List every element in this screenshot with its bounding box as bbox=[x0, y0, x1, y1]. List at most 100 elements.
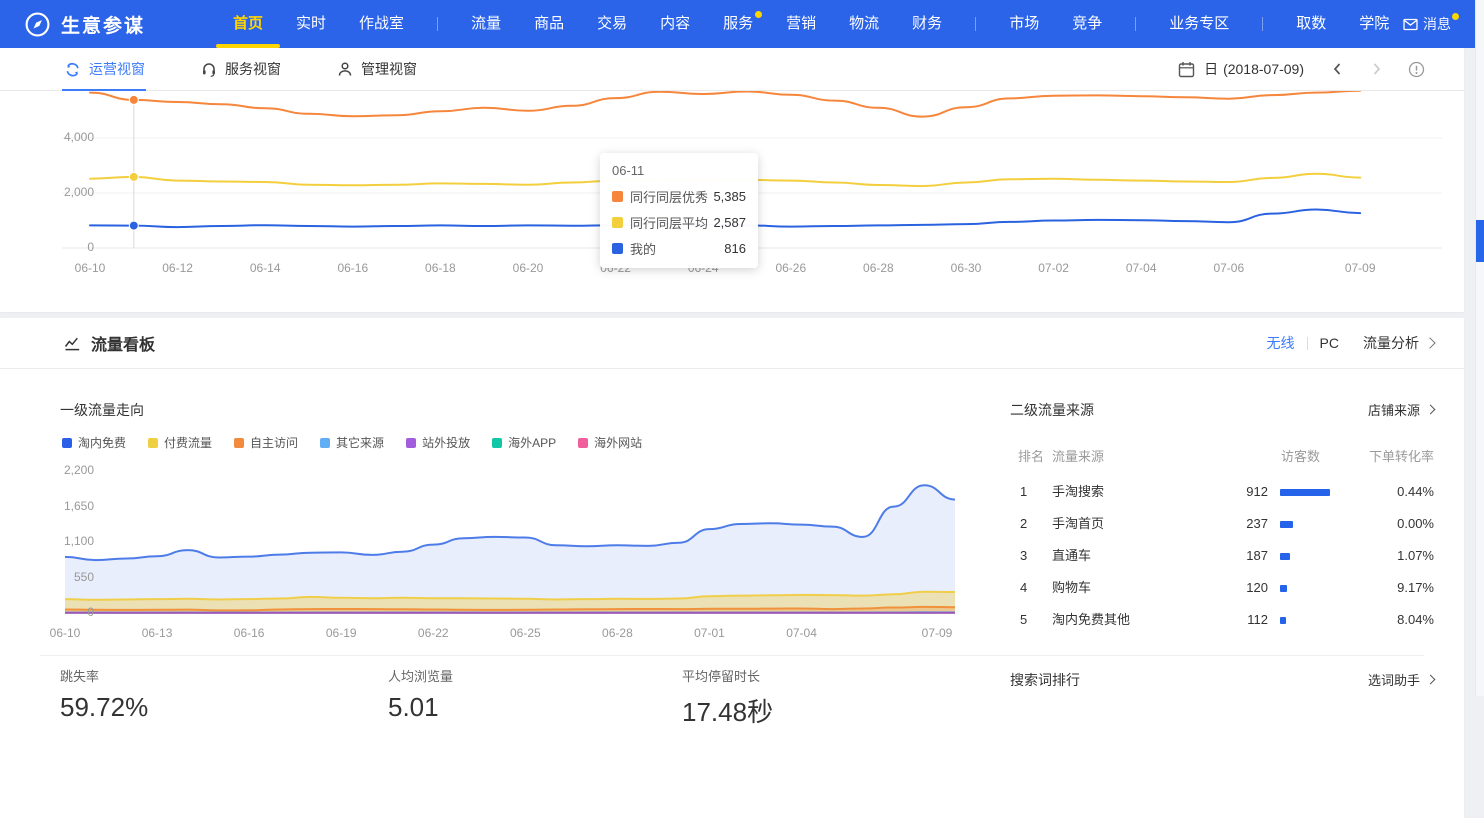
tab-operations-view[interactable]: 运营视窗 bbox=[64, 48, 145, 90]
legend-color-swatch bbox=[578, 438, 588, 448]
chart-tooltip: 06-11 同行同层优秀5,385同行同层平均2,587我的816 bbox=[600, 153, 758, 268]
metric-pages-per-visit: 人均浏览量 5.01 bbox=[388, 666, 453, 723]
chevron-right-icon bbox=[1426, 405, 1436, 415]
traffic-dashboard-card: 流量看板 无线 PC 流量分析 一级流量走向 淘内免费付费流量自主访问其它来源站… bbox=[0, 318, 1464, 818]
nav-item-marketing[interactable]: 营销 bbox=[786, 0, 816, 48]
legend-item[interactable]: 海外网站 bbox=[578, 434, 642, 451]
nav-item-realtime[interactable]: 实时 bbox=[296, 0, 326, 48]
messages-button[interactable]: 消息 bbox=[1403, 0, 1458, 48]
date-value[interactable]: (2018-07-09) bbox=[1223, 61, 1304, 77]
legend-item[interactable]: 付费流量 bbox=[148, 434, 212, 451]
column-source: 流量来源 bbox=[1052, 446, 1104, 465]
messages-label: 消息 bbox=[1423, 14, 1451, 34]
nav-item-market[interactable]: 市场 bbox=[1009, 0, 1039, 48]
nav-item-competition[interactable]: 竞争 bbox=[1072, 0, 1102, 48]
menu-divider bbox=[1262, 17, 1263, 31]
series-color-swatch bbox=[612, 217, 623, 228]
info-icon[interactable] bbox=[1408, 61, 1425, 78]
legend-item[interactable]: 自主访问 bbox=[234, 434, 298, 451]
table-row[interactable]: 3直通车1871.07% bbox=[1010, 540, 1434, 572]
next-date-button[interactable] bbox=[1370, 61, 1384, 77]
nav-item-data-extract[interactable]: 取数 bbox=[1296, 0, 1326, 48]
legend-item[interactable]: 其它来源 bbox=[320, 434, 384, 451]
legend-label: 淘内免费 bbox=[78, 434, 126, 451]
conversion-value: 1.07% bbox=[1397, 540, 1434, 572]
series-label: 我的 bbox=[630, 239, 656, 258]
series-color-swatch bbox=[612, 191, 623, 202]
nav-item-home[interactable]: 首页 bbox=[233, 0, 263, 48]
tab-management-view[interactable]: 管理视窗 bbox=[337, 48, 417, 90]
section-title: 流量看板 bbox=[91, 331, 155, 355]
legend-item[interactable]: 海外APP bbox=[492, 434, 556, 451]
series-value: 816 bbox=[724, 241, 746, 256]
metric-bounce-rate: 跳失率 59.72% bbox=[60, 666, 148, 723]
brand[interactable]: 生意参谋 bbox=[24, 11, 145, 38]
series-label: 同行同层优秀 bbox=[630, 187, 708, 206]
visitors-bar bbox=[1280, 585, 1287, 592]
legend-label: 海外网站 bbox=[594, 434, 642, 451]
nav-item-product[interactable]: 商品 bbox=[534, 0, 564, 48]
industry-trend-chart[interactable]: 4,0002,0000 06-1006-1206-1406-1606-1806-… bbox=[0, 91, 1464, 312]
source-name: 手淘首页 bbox=[1052, 508, 1104, 540]
prev-date-button[interactable] bbox=[1330, 61, 1344, 77]
brand-name: 生意参谋 bbox=[61, 11, 145, 38]
metric-label: 跳失率 bbox=[60, 666, 148, 685]
legend-item[interactable]: 站外投放 bbox=[406, 434, 470, 451]
date-granularity[interactable]: 日 bbox=[1204, 59, 1218, 79]
scrollbar[interactable] bbox=[1475, 0, 1484, 696]
table-row[interactable]: 5淘内免费其他1128.04% bbox=[1010, 604, 1434, 636]
conversion-value: 0.00% bbox=[1397, 508, 1434, 540]
tooltip-row: 同行同层优秀 5,385 bbox=[612, 187, 746, 206]
panel-title: 二级流量来源 bbox=[1010, 400, 1094, 420]
link-label: 选词助手 bbox=[1368, 670, 1420, 689]
nav-item-finance[interactable]: 财务 bbox=[912, 0, 942, 48]
column-conversion: 下单转化率 bbox=[1369, 446, 1434, 465]
conversion-value: 8.04% bbox=[1397, 604, 1434, 636]
legend-color-swatch bbox=[492, 438, 502, 448]
nav-item-logistics[interactable]: 物流 bbox=[849, 0, 879, 48]
nav-item-trade[interactable]: 交易 bbox=[597, 0, 627, 48]
rank-cell: 1 bbox=[1020, 476, 1027, 508]
word-helper-link[interactable]: 选词助手 bbox=[1368, 670, 1434, 689]
metric-avg-stay-time: 平均停留时长 17.48秒 bbox=[682, 666, 773, 729]
nav-item-war-room[interactable]: 作战室 bbox=[359, 0, 404, 48]
visitors-value: 912 bbox=[1190, 476, 1268, 508]
legend-color-swatch bbox=[62, 438, 72, 448]
table-header: 排名 流量来源 访客数 下单转化率 bbox=[1010, 446, 1434, 464]
series-label: 同行同层平均 bbox=[630, 213, 708, 232]
series-value: 5,385 bbox=[713, 189, 746, 204]
metric-value: 59.72% bbox=[60, 692, 148, 723]
legend-item[interactable]: 淘内免费 bbox=[62, 434, 126, 451]
nav-item-business-zone[interactable]: 业务专区 bbox=[1169, 0, 1229, 48]
tooltip-row: 我的 816 bbox=[612, 239, 746, 258]
rank-cell: 2 bbox=[1020, 508, 1027, 540]
visitors-bar bbox=[1280, 617, 1286, 624]
tab-label: 服务视窗 bbox=[225, 59, 281, 79]
table-row[interactable]: 1手淘搜索9120.44% bbox=[1010, 476, 1434, 508]
main-menu: 首页实时作战室 流量商品交易内容服务营销物流财务 市场竞争 业务专区 取数学院 bbox=[233, 0, 1422, 48]
column-rank: 排名 bbox=[1018, 446, 1044, 465]
nav-item-service[interactable]: 服务 bbox=[723, 0, 753, 48]
nav-item-academy[interactable]: 学院 bbox=[1359, 0, 1389, 48]
shop-sources-link[interactable]: 店铺来源 bbox=[1368, 400, 1434, 419]
message-icon bbox=[1403, 18, 1418, 31]
view-tabs: 运营视窗 服务视窗 管理视窗 bbox=[0, 48, 1464, 91]
menu-divider bbox=[1135, 17, 1136, 31]
source-name: 购物车 bbox=[1052, 572, 1091, 604]
rank-cell: 3 bbox=[1020, 540, 1027, 572]
primary-traffic-chart[interactable] bbox=[0, 458, 985, 638]
secondary-traffic-panel: 二级流量来源 店铺来源 排名 流量来源 访客数 下单转化率 1手淘搜索9120.… bbox=[1010, 318, 1434, 818]
chevron-right-icon bbox=[1426, 675, 1436, 685]
scrollbar-thumb[interactable] bbox=[1476, 220, 1484, 262]
table-row[interactable]: 2手淘首页2370.00% bbox=[1010, 508, 1434, 540]
calendar-icon[interactable] bbox=[1178, 61, 1195, 78]
table-row[interactable]: 4购物车1209.17% bbox=[1010, 572, 1434, 604]
nav-item-traffic[interactable]: 流量 bbox=[471, 0, 501, 48]
legend-color-swatch bbox=[320, 438, 330, 448]
legend-label: 站外投放 bbox=[422, 434, 470, 451]
search-words-title: 搜索词排行 bbox=[1010, 670, 1080, 690]
metric-value: 17.48秒 bbox=[682, 692, 773, 729]
rank-cell: 4 bbox=[1020, 572, 1027, 604]
tab-service-view[interactable]: 服务视窗 bbox=[201, 48, 281, 90]
nav-item-content[interactable]: 内容 bbox=[660, 0, 690, 48]
